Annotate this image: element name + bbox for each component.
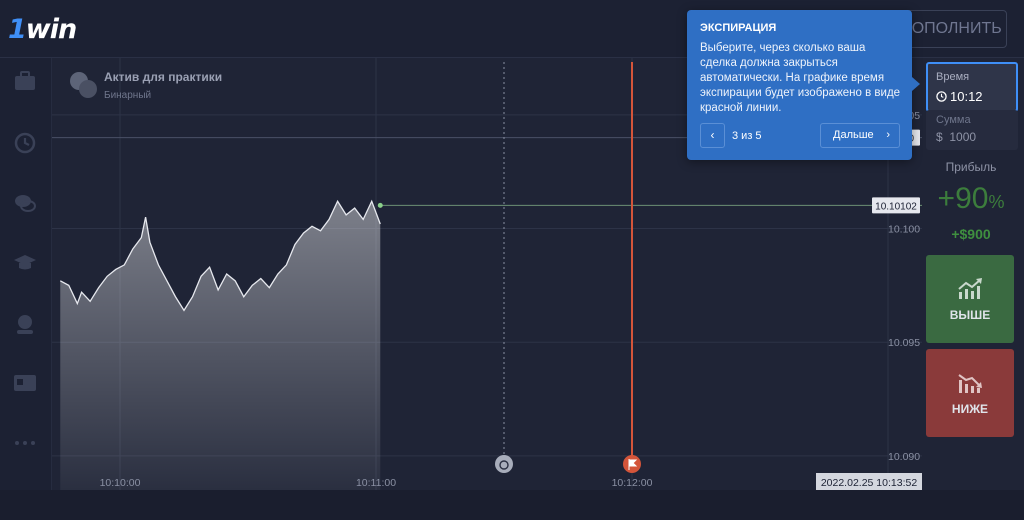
tooltip-next-button[interactable]: Дальше ›	[820, 123, 900, 148]
chat-icon[interactable]	[12, 190, 38, 216]
id-card-icon[interactable]	[12, 370, 38, 396]
tooltip-next-label: Дальше	[833, 129, 874, 141]
timestamp-label: 2022.02.25 10:13:52	[821, 477, 918, 489]
briefcase-icon[interactable]	[12, 68, 38, 94]
asset-icon	[70, 72, 100, 98]
sum-label: Сумма	[936, 114, 971, 126]
time-value-row: 10:12	[936, 89, 983, 104]
chart-up-icon	[958, 278, 982, 299]
higher-label: ВЫШЕ	[949, 308, 991, 322]
x-tick-label: 10:12:00	[612, 477, 653, 489]
sum-value: 1000	[949, 130, 977, 144]
lower-label: НИЖЕ	[951, 402, 989, 416]
profit-percent: +90%	[922, 182, 1020, 216]
trade-panel: Время 10:12 Сумма $ 1000 Прибыль +90% +$…	[922, 58, 1024, 490]
asset-type: Бинарный	[104, 90, 152, 101]
tooltip-step-counter: 3 из 5	[732, 130, 762, 142]
expiry-time-field[interactable]: Время 10:12	[926, 62, 1018, 112]
y-tick-label: 10.095	[888, 337, 920, 349]
current-price-dot	[377, 202, 383, 208]
price-area	[60, 201, 381, 490]
profit-amount: +$900	[951, 226, 991, 242]
profit-label: Прибыль	[945, 160, 997, 174]
profit-percent-sign: %	[988, 192, 1005, 212]
tooltip-title: ЭКСПИРАЦИЯ	[700, 22, 777, 34]
app-logo[interactable]: 1win	[8, 14, 77, 45]
clock-icon	[936, 91, 947, 102]
amount-field[interactable]: Сумма $ 1000	[926, 110, 1018, 150]
current-price-tag: 10.10102	[875, 201, 917, 212]
time-label: Время	[936, 71, 970, 83]
y-tick-label: 10.100	[888, 224, 920, 236]
bottom-bar	[0, 490, 1024, 520]
logo-digit: 1	[8, 14, 27, 45]
support-icon[interactable]	[12, 310, 38, 336]
profit-percent-value: +90	[937, 182, 989, 215]
tooltip-body: Выберите, через сколько ваша сделка долж…	[700, 42, 901, 114]
sidebar	[0, 58, 52, 490]
history-icon[interactable]	[12, 130, 38, 156]
x-tick-label: 10:11:00	[356, 477, 396, 489]
lower-button[interactable]: НИЖЕ	[926, 349, 1014, 437]
logo-text: win	[25, 14, 77, 45]
more-icon[interactable]	[12, 430, 38, 456]
y-tick-label: 10.090	[888, 451, 920, 463]
education-icon[interactable]	[12, 250, 38, 276]
chevron-left-icon: ‹	[710, 128, 715, 142]
chart-down-icon	[958, 374, 982, 393]
stopwatch-icon	[495, 455, 513, 473]
tooltip-prev-button[interactable]: ‹	[700, 123, 725, 148]
tooltip-pointer	[912, 77, 920, 91]
higher-button[interactable]: ВЫШЕ	[926, 255, 1014, 343]
asset-name: Актив для практики	[104, 70, 223, 84]
sum-value-row: $ 1000	[936, 130, 976, 144]
currency-symbol: $	[936, 130, 943, 144]
chevron-right-icon: ›	[886, 129, 890, 141]
x-tick-label: 10:10:00	[100, 477, 141, 489]
time-value: 10:12	[950, 89, 983, 104]
onboarding-tooltip: ЭКСПИРАЦИЯ Выберите, через сколько ваша …	[687, 10, 912, 160]
